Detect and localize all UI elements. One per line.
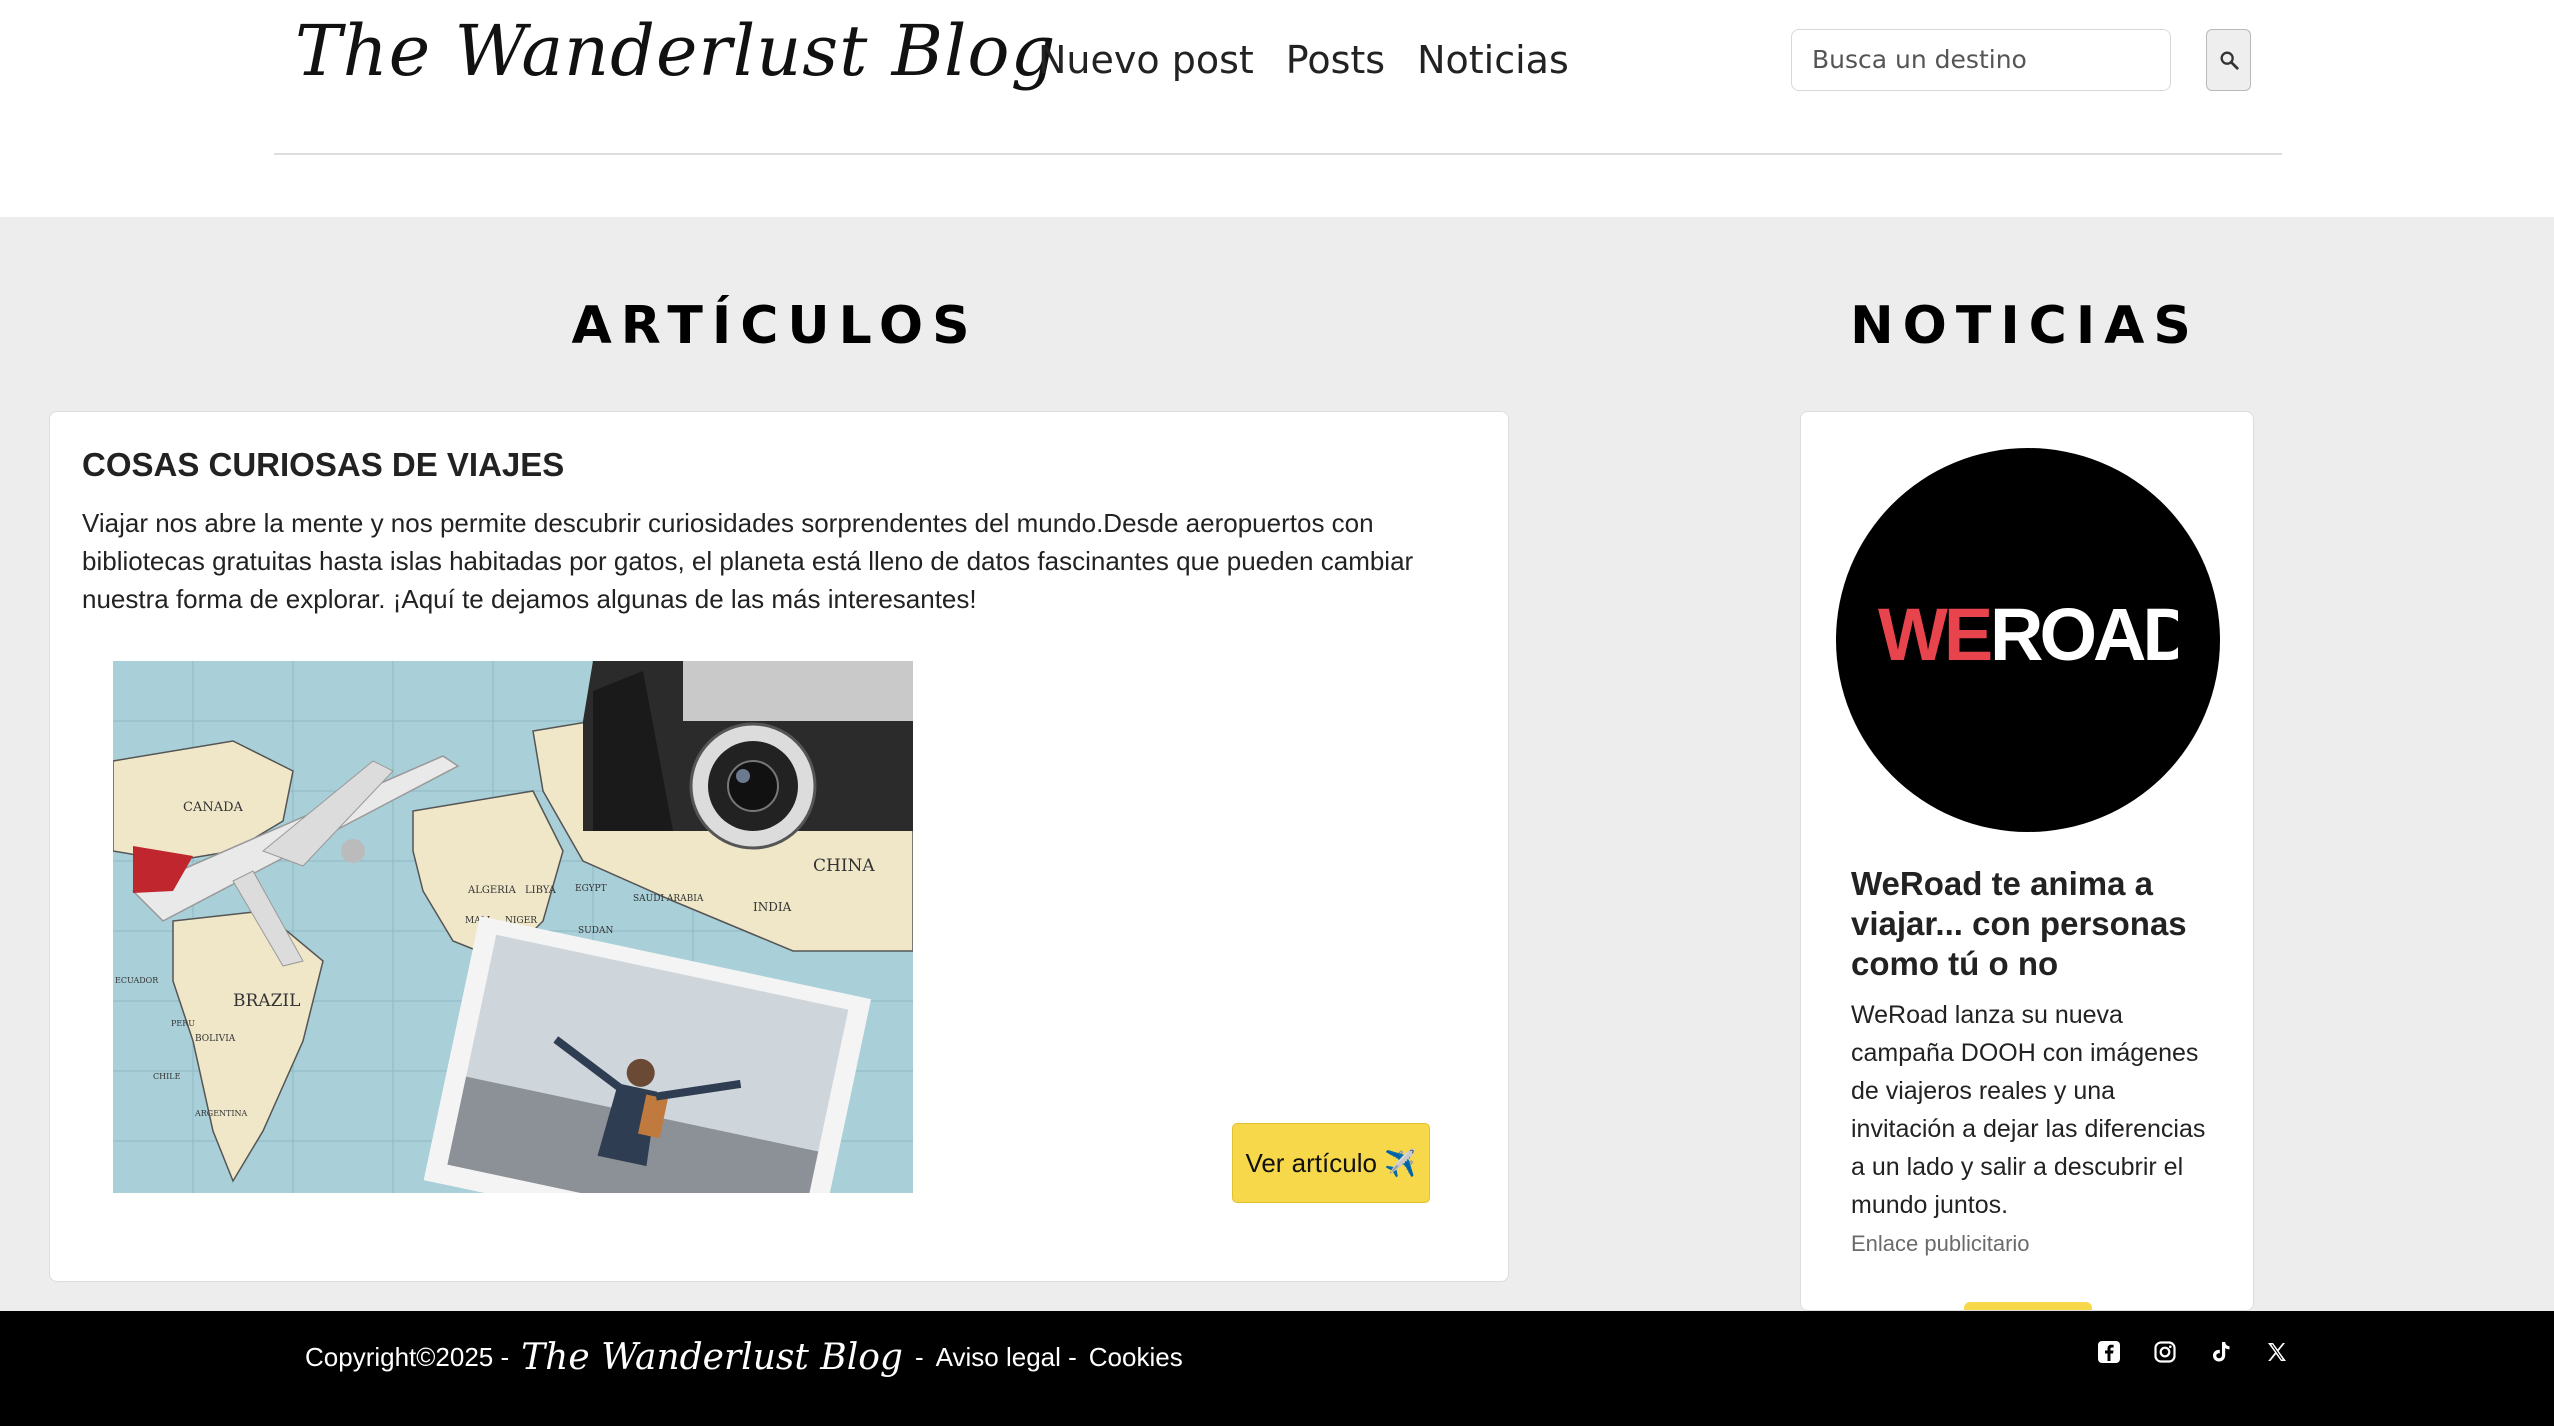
map-label: BRAZIL — [233, 991, 300, 1011]
main-nav: Nuevo post Posts Noticias — [1038, 38, 1569, 82]
map-label: SUDAN — [578, 926, 613, 936]
article-image: CANADA BRAZIL CHINA INDIA ALGERIA LIBYA … — [113, 661, 913, 1193]
map-label: EGYPT — [575, 884, 607, 894]
facebook-icon[interactable] — [2096, 1339, 2122, 1365]
copyright-text: Copyright©2025 - — [305, 1342, 510, 1372]
site-logo[interactable]: The Wanderlust Blog — [295, 10, 1056, 92]
news-title[interactable]: WeRoad te anima a viajar... con personas… — [1851, 864, 2211, 984]
svg-text:WE: WE — [1878, 593, 1991, 676]
footer-separator: - — [914, 1342, 924, 1372]
map-label: CHILE — [153, 1072, 181, 1081]
footer-brand[interactable]: The Wanderlust Blog — [521, 1337, 903, 1378]
nav-posts[interactable]: Posts — [1286, 38, 1385, 82]
articles-heading: ARTÍCULOS — [571, 296, 979, 356]
instagram-icon[interactable] — [2152, 1339, 2178, 1365]
news-heading: NOTICIAS — [1850, 296, 2200, 356]
site-header: The Wanderlust Blog Nuevo post Posts Not… — [0, 0, 2554, 217]
map-label: INDIA — [753, 900, 792, 914]
article-card: COSAS CURIOSAS DE VIAJES Viajar nos abre… — [49, 411, 1509, 1282]
map-label: SAUDI ARABIA — [633, 894, 704, 904]
search-input[interactable]: Busca un destino — [1791, 29, 2171, 91]
map-label: ALGERIA — [467, 885, 517, 896]
x-twitter-icon[interactable] — [2264, 1339, 2290, 1365]
weroad-logo: WE ROAD — [1836, 448, 2220, 832]
map-label: ARGENTINA — [194, 1109, 248, 1118]
nav-new-post[interactable]: Nuevo post — [1038, 38, 1254, 82]
nav-news[interactable]: Noticias — [1417, 38, 1569, 82]
map-label: CHINA — [813, 856, 875, 876]
camera-graphic — [583, 661, 913, 850]
article-title: COSAS CURIOSAS DE VIAJES — [82, 446, 565, 483]
social-links — [2096, 1339, 2290, 1365]
sponsored-link-label: Enlace publicitario — [1851, 1231, 2030, 1256]
map-label: CANADA — [183, 800, 244, 815]
svg-text:ROAD: ROAD — [1990, 593, 2178, 676]
map-label: LIBYA — [525, 885, 557, 896]
news-excerpt: WeRoad lanza su nueva campaña DOOH con i… — [1851, 1001, 2206, 1219]
legal-link[interactable]: Aviso legal - — [936, 1342, 1077, 1373]
site-footer: Copyright©2025 - The Wanderlust Blog - A… — [0, 1311, 2554, 1426]
map-label: ECUADOR — [115, 976, 159, 985]
tiktok-icon[interactable] — [2208, 1339, 2234, 1365]
article-excerpt: Viajar nos abre la mente y nos permite d… — [82, 508, 1414, 614]
search-icon — [2220, 51, 2239, 70]
view-article-button[interactable]: Ver artículo ✈️ — [1232, 1123, 1430, 1203]
search-button[interactable] — [2206, 29, 2251, 91]
header-divider — [274, 153, 2282, 155]
cookies-link[interactable]: Cookies — [1089, 1342, 1183, 1373]
news-read-button[interactable] — [1964, 1302, 2092, 1310]
map-label: BOLIVIA — [195, 1034, 236, 1044]
map-label: PERU — [171, 1019, 195, 1028]
news-card: WE ROAD WeRoad te anima a viajar... con … — [1800, 411, 2254, 1311]
